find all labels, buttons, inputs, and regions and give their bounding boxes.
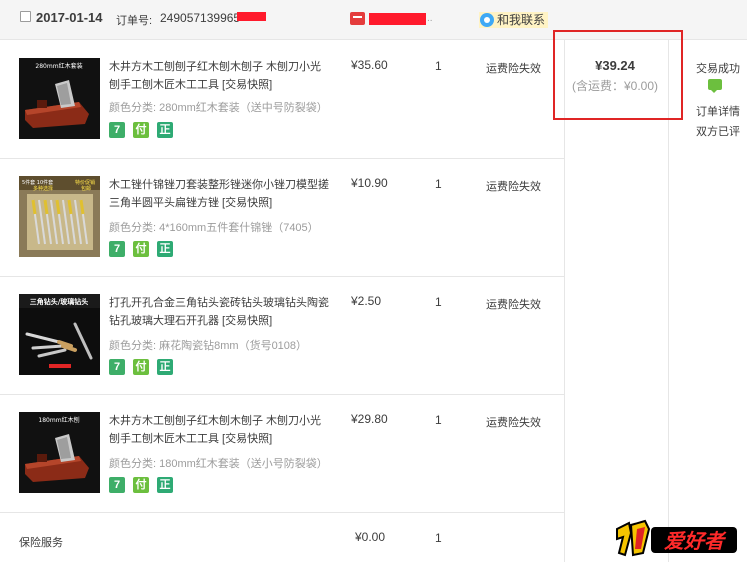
chat-bubble-icon (480, 13, 494, 27)
guarantee-icon[interactable]: 付 (133, 359, 149, 375)
shop-name-ellipsis: .. (427, 13, 433, 24)
product-spec: 颜色分类: 4*160mm五件套什锦锉（7405） (109, 219, 319, 235)
order-item-row: 180mm红木刨 木井方木工刨刨子红木刨木刨子 木刨刀小光刨手工刨木匠木工工具 … (0, 395, 564, 513)
quantity: 1 (435, 59, 442, 73)
seven-day-return-icon[interactable]: 7 (109, 241, 125, 257)
shop-name-redaction[interactable] (369, 13, 426, 25)
watermark-text: 爱好者 (664, 529, 727, 553)
seven-day-return-icon[interactable]: 7 (109, 122, 125, 138)
thumbnail-caption: 5件套 10件套 (22, 179, 53, 186)
spec-label: 颜色分类: (109, 222, 157, 234)
unit-price: ¥10.90 (351, 176, 388, 190)
trade-status: 交易成功 (696, 63, 740, 75)
guarantee-icon[interactable]: 付 (133, 241, 149, 257)
insurance-row: 保险服务 ¥0.00 1 (0, 513, 564, 562)
contact-seller-button[interactable]: 和我联系 (479, 12, 549, 28)
quantity: 1 (435, 177, 442, 191)
genuine-icon[interactable]: 正 (157, 359, 173, 375)
insurance-quantity: 1 (435, 531, 442, 545)
spec-value: 280mm红木套装（送中号防裂袋） (159, 102, 328, 114)
redaction-bar (237, 12, 266, 21)
insurance-label: 保险服务 (19, 537, 63, 549)
product-thumbnail[interactable]: 180mm红木刨 (19, 412, 100, 493)
thumbnail-caption: 三角钻头/玻璃钻头 (30, 297, 89, 306)
product-title-link[interactable]: 木工锉什锦锉刀套装整形锉迷你小锉刀模型搓三角半圆平头扁锉方锉 [交易快照] (109, 176, 331, 212)
spec-value: 麻花陶瓷钻8mm（货号0108） (159, 340, 308, 352)
product-thumbnail[interactable]: 三角钻头/玻璃钻头 (19, 294, 100, 375)
order-number: 249057139965 (160, 11, 241, 25)
quantity: 1 (435, 295, 442, 309)
seven-day-return-icon[interactable]: 7 (109, 359, 125, 375)
spec-label: 颜色分类: (109, 340, 157, 352)
product-spec: 颜色分类: 180mm红木套装（送小号防裂袋） (109, 455, 328, 471)
genuine-icon[interactable]: 正 (157, 241, 173, 257)
order-total: ¥39.24 (595, 58, 635, 73)
unit-price: ¥29.80 (351, 412, 388, 426)
guarantee-icon[interactable]: 付 (133, 477, 149, 493)
product-thumbnail[interactable]: 280mm红木套装 (19, 58, 100, 139)
quantity: 1 (435, 413, 442, 427)
shipping-insurance-status: 运费险失效 (486, 299, 541, 311)
product-spec: 颜色分类: 麻花陶瓷钻8mm（货号0108） (109, 337, 307, 353)
order-number-label: 订单号: (116, 15, 153, 27)
contact-seller-label: 和我联系 (497, 13, 546, 27)
thumbnail-caption: 包邮 (81, 185, 91, 192)
unit-price: ¥2.50 (351, 294, 382, 308)
order-select-checkbox[interactable] (20, 11, 31, 22)
product-title-link[interactable]: 木井方木工刨刨子红木刨木刨子 木刨刀小光刨手工刨木匠木工工具 [交易快照] (109, 412, 331, 448)
genuine-icon[interactable]: 正 (157, 122, 173, 138)
product-spec: 颜色分类: 280mm红木套装（送中号防裂袋） (109, 99, 328, 115)
spec-label: 颜色分类: (109, 458, 157, 470)
order-date: 2017-01-14 (36, 10, 103, 25)
watermark-logo: 爱好者 (615, 519, 739, 557)
thumbnail-caption: 180mm红木刨 (38, 416, 79, 424)
order-item-row: 5件套 10件套 多种选择 特价促销 包邮 木工锉什锦锉刀套装整形锉迷你小锉刀模… (0, 159, 564, 277)
shipping-insurance-status: 运费险失效 (486, 181, 541, 193)
genuine-icon[interactable]: 正 (157, 477, 173, 493)
shop-icon[interactable] (350, 12, 365, 25)
message-icon[interactable] (708, 79, 722, 93)
unit-price: ¥35.60 (351, 58, 388, 72)
product-title-link[interactable]: 打孔开孔合金三角钻头瓷砖钻头玻璃钻头陶瓷钻孔玻璃大理石开孔器 [交易快照] (109, 294, 331, 330)
shipping-included: (含运费：¥0.00) (571, 79, 659, 93)
spec-label: 颜色分类: (109, 102, 157, 114)
spec-value: 4*160mm五件套什锦锉（7405） (159, 222, 319, 234)
shipping-insurance-status: 运费险失效 (486, 417, 541, 429)
rating-status[interactable]: 双方已评 (696, 123, 740, 139)
product-thumbnail[interactable]: 5件套 10件套 多种选择 特价促销 包邮 (19, 176, 100, 257)
total-highlight-box (553, 30, 683, 120)
order-detail-link[interactable]: 订单详情 (696, 103, 740, 119)
product-title-link[interactable]: 木井方木工刨刨子红木刨木刨子 木刨刀小光刨手工刨木匠木工工具 [交易快照] (109, 58, 331, 94)
spec-value: 180mm红木套装（送小号防裂袋） (159, 458, 328, 470)
order-item-row: 280mm红木套装 木井方木工刨刨子红木刨木刨子 木刨刀小光刨手工刨木匠木工工具… (0, 41, 564, 159)
thumbnail-caption: 280mm红木套装 (35, 62, 82, 70)
seven-day-return-icon[interactable]: 7 (109, 477, 125, 493)
insurance-price: ¥0.00 (355, 530, 386, 544)
guarantee-icon[interactable]: 付 (133, 122, 149, 138)
shipping-insurance-status: 运费险失效 (486, 63, 541, 75)
thumbnail-caption: 多种选择 (33, 185, 53, 192)
order-item-row: 三角钻头/玻璃钻头 打孔开孔合金三角钻头瓷砖钻头玻璃钻头陶瓷钻孔玻璃大理石开孔器… (0, 277, 564, 395)
thumbnail-caption: 特价促销 (75, 179, 95, 186)
